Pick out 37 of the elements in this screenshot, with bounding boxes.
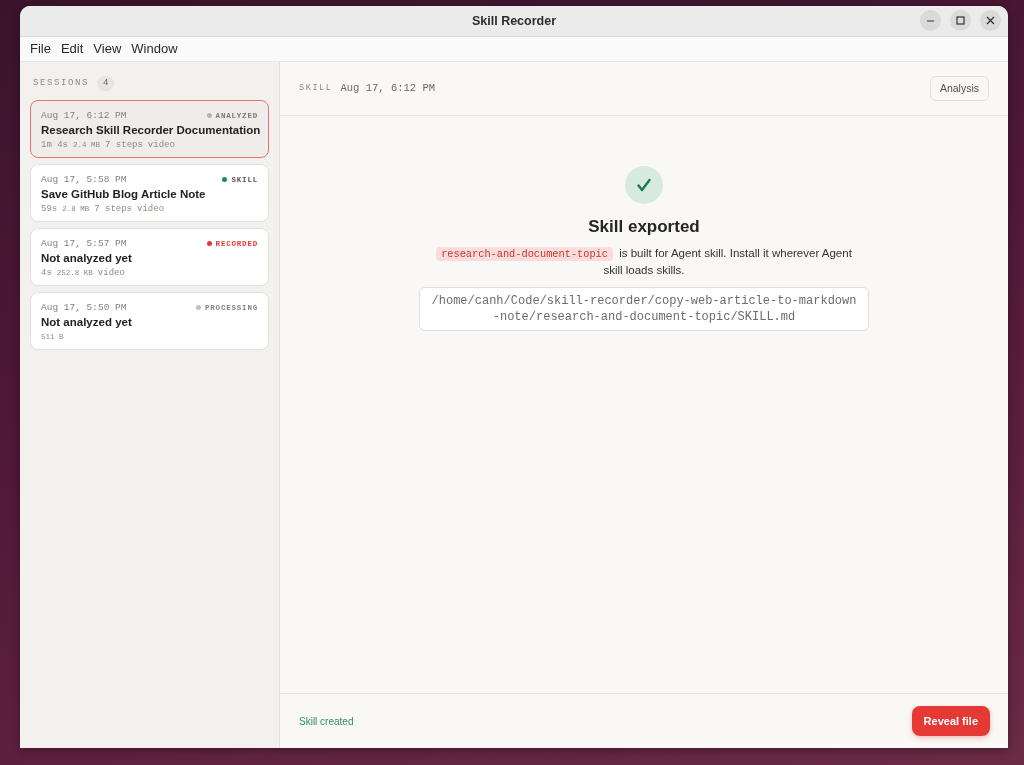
close-icon — [986, 16, 995, 25]
session-title: Not analyzed yet — [41, 315, 133, 330]
sessions-heading: SESSIONS — [33, 76, 89, 90]
close-button[interactable] — [980, 10, 1001, 31]
menu-item[interactable]: View — [88, 40, 127, 58]
analysis-button[interactable]: Analysis — [929, 76, 989, 101]
result-description: research-and-document-topic is built for Agent skill. Install it wherever Agent skill loads skills. — [430, 245, 858, 278]
session-title: Not analyzed yet — [41, 251, 133, 266]
status-message: Skill created — [299, 714, 354, 729]
check-icon — [625, 166, 663, 204]
session-date: Aug 17, 5:57 PM — [41, 237, 127, 250]
session-date: Aug 17, 5:50 PM — [41, 301, 127, 314]
session-duration: 4s — [41, 267, 52, 280]
session-title: Save GitHub Blog Article Note — [41, 187, 207, 202]
session-date: Aug 17, 5:58 PM — [41, 173, 127, 186]
session-steps: 7 steps — [94, 203, 133, 216]
session-duration: 59s — [41, 203, 58, 216]
window-title: Skill Recorder — [471, 12, 557, 30]
file-path-field: /home/canh/Code/skill-recorder/copy-web-article-to-markdown-note/research-and-document-topic/SKILL.md — [419, 287, 869, 331]
session-count: 4 — [97, 76, 115, 91]
session-title: Research Skill Recorder Documentation — [41, 123, 258, 138]
session-duration: 1m 4s — [41, 139, 68, 152]
menu-item[interactable]: File — [25, 40, 56, 58]
session-type: video — [137, 203, 165, 216]
session-type: video — [147, 139, 175, 152]
maximize-button[interactable] — [950, 10, 971, 31]
maximize-icon — [956, 16, 965, 25]
menu-item[interactable]: Window — [126, 40, 183, 58]
session-type: video — [97, 267, 125, 280]
session-steps: 7 steps — [105, 139, 143, 152]
reveal-file-button[interactable]: Reveal file — [911, 706, 990, 736]
session-date: Aug 17, 6:12 PM — [41, 109, 127, 122]
section-label: SKILL — [299, 82, 333, 95]
menu-item[interactable]: Edit — [55, 40, 89, 58]
session-date: Aug 17, 6:12 PM — [340, 80, 436, 96]
minimize-button[interactable] — [920, 10, 941, 31]
result-title: Skill exported — [588, 216, 700, 238]
